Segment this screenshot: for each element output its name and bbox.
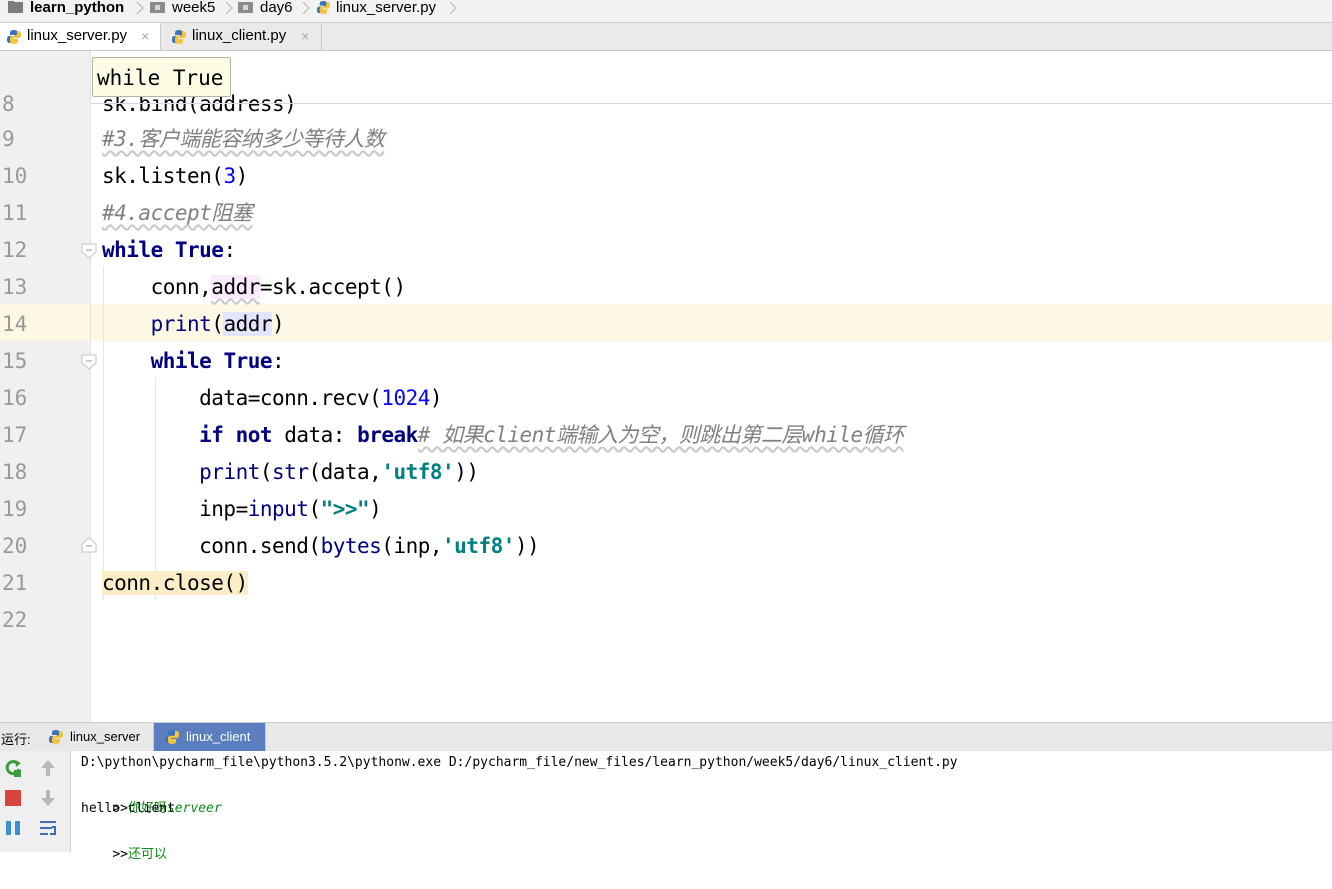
line-number: 13 [2, 275, 28, 299]
line-number: 9 [2, 127, 15, 151]
console-user-input: serveer [166, 801, 222, 816]
python-file-icon [316, 0, 331, 15]
line-number: 14 [2, 312, 28, 336]
python-file-icon [172, 30, 186, 44]
line-number: 22 [2, 608, 28, 632]
run-tab-linux-server[interactable]: linux_server [38, 723, 154, 751]
line-number: 15 [2, 349, 28, 373]
console-prompt: >> [112, 847, 128, 862]
chevron-right-icon [225, 2, 233, 14]
breadcrumb: learn_python week5 day6 linux_server.py [0, 0, 1332, 23]
breadcrumb-label: learn_python [30, 0, 125, 16]
code-line[interactable]: conn.send(bytes(inp,'utf8')) [102, 528, 540, 565]
chevron-right-icon [302, 2, 310, 14]
code-line[interactable]: print(str(data,'utf8')) [102, 454, 479, 491]
editor-tab-bar: linux_server.py × linux_client.py × [0, 23, 1332, 51]
console-input-line: >>还可以 [81, 820, 167, 862]
line-number: 19 [2, 497, 28, 521]
run-tab-label: linux_client [186, 729, 251, 744]
chevron-right-icon [449, 2, 457, 14]
close-icon[interactable]: × [141, 28, 149, 44]
console-user-input: 还可以 [127, 847, 167, 862]
line-number: 20 [2, 534, 28, 558]
line-number: 12 [2, 238, 28, 262]
tab-label: linux_client.py [192, 27, 287, 44]
code-line[interactable]: print(addr) [102, 306, 285, 343]
run-label: 运行: [1, 732, 31, 747]
run-tab-linux-client[interactable]: linux_client [154, 723, 266, 751]
code-line[interactable]: inp=input(">>") [102, 491, 382, 528]
tab-label: linux_server.py [27, 27, 128, 44]
code-line[interactable]: #4.accept阻塞 [102, 195, 253, 232]
console-command-line: D:\python\pycharm_file\python3.5.2\pytho… [81, 755, 958, 770]
breadcrumb-label: week5 [172, 0, 216, 16]
folder-icon [8, 1, 23, 13]
python-run-icon [49, 730, 63, 744]
close-icon[interactable]: × [301, 28, 309, 44]
line-number: 17 [2, 423, 28, 447]
tab-linux-server[interactable]: linux_server.py × [0, 23, 161, 50]
python-file-icon [7, 30, 21, 44]
rerun-icon[interactable] [3, 758, 23, 778]
stop-icon[interactable] [3, 788, 23, 808]
down-arrow-icon[interactable] [38, 788, 58, 808]
pause-icon[interactable] [3, 818, 23, 838]
console-input-line: >>你好呀serveer [81, 774, 221, 816]
folder-icon [150, 2, 165, 13]
chevron-right-icon [136, 2, 144, 14]
run-toolbar [0, 751, 71, 852]
fold-end-icon[interactable] [81, 537, 97, 553]
code-line[interactable]: while True: [102, 343, 285, 380]
code-line[interactable]: while True: [102, 232, 236, 269]
fold-icon[interactable] [81, 354, 97, 370]
sticky-header-divider [91, 103, 1332, 104]
run-tab-label: linux_server [70, 729, 141, 744]
line-number: 16 [2, 386, 28, 410]
run-panel-header: 运行: linux_server linux_client [0, 722, 1332, 752]
line-number: 21 [2, 571, 28, 595]
sticky-scope-tooltip: while True [92, 57, 231, 97]
code-line[interactable]: data=conn.recv(1024) [102, 380, 442, 417]
line-number: 18 [2, 460, 28, 484]
code-line[interactable]: conn,addr=sk.accept() [102, 269, 406, 306]
line-number: 10 [2, 164, 28, 188]
soft-wrap-icon[interactable] [38, 818, 58, 838]
python-run-icon [165, 730, 179, 744]
tab-linux-client[interactable]: linux_client.py × [161, 23, 322, 50]
code-editor[interactable]: 8 9 10 11 12 13 14 15 16 17 18 19 20 21 … [0, 51, 1332, 722]
code-line[interactable]: conn.close() [102, 565, 248, 602]
code-line[interactable]: sk.listen(3) [102, 158, 248, 195]
folder-icon [238, 2, 253, 13]
code-line[interactable]: #3.客户端能容纳多少等待人数 [102, 121, 385, 158]
fold-icon[interactable] [81, 243, 97, 259]
breadcrumb-label: linux_server.py [336, 0, 437, 16]
up-arrow-icon[interactable] [38, 758, 58, 778]
breadcrumb-label: day6 [260, 0, 293, 16]
run-console[interactable]: D:\python\pycharm_file\python3.5.2\pytho… [71, 751, 1332, 862]
line-number: 11 [2, 201, 28, 225]
code-line[interactable]: if not data: break# 如果client端输入为空，则跳出第二层… [102, 417, 904, 454]
console-output-line: hello client [81, 801, 175, 816]
line-number: 8 [2, 92, 15, 116]
